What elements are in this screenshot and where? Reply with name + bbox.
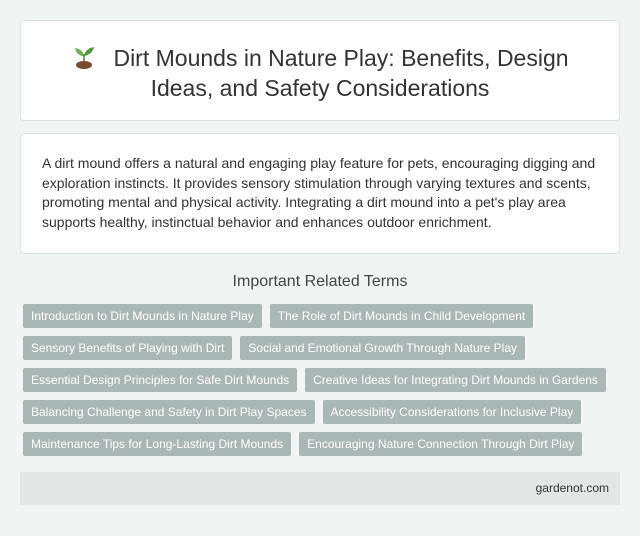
description-card: A dirt mound offers a natural and engagi… (20, 133, 620, 254)
seedling-icon (75, 47, 95, 69)
related-term-tag[interactable]: Balancing Challenge and Safety in Dirt P… (23, 400, 315, 424)
related-terms-list: Introduction to Dirt Mounds in Nature Pl… (23, 304, 606, 464)
title-card: Dirt Mounds in Nature Play: Benefits, De… (20, 20, 620, 121)
page-title: Dirt Mounds in Nature Play: Benefits, De… (61, 43, 579, 103)
title-text: Dirt Mounds in Nature Play: Benefits, De… (113, 45, 569, 101)
related-term-tag[interactable]: Social and Emotional Growth Through Natu… (240, 336, 526, 360)
related-term-tag[interactable]: Accessibility Considerations for Inclusi… (322, 400, 582, 424)
related-term-tag[interactable]: Sensory Benefits of Playing with Dirt (23, 336, 233, 360)
related-term-tag[interactable]: Maintenance Tips for Long-Lasting Dirt M… (23, 432, 292, 456)
related-term-tag[interactable]: The Role of Dirt Mounds in Child Develop… (269, 304, 534, 328)
related-term-tag[interactable]: Introduction to Dirt Mounds in Nature Pl… (23, 304, 262, 328)
related-term-tag[interactable]: Essential Design Principles for Safe Dir… (23, 368, 298, 392)
related-terms-heading: Important Related Terms (232, 273, 408, 290)
description-text: A dirt mound offers a natural and engagi… (42, 155, 596, 230)
footer-bar: gardenot.com (20, 472, 620, 505)
related-term-tag[interactable]: Encouraging Nature Connection Through Di… (299, 432, 583, 456)
related-term-tag[interactable]: Creative Ideas for Integrating Dirt Moun… (305, 368, 606, 392)
footer-site-link[interactable]: gardenot.com (536, 481, 609, 495)
